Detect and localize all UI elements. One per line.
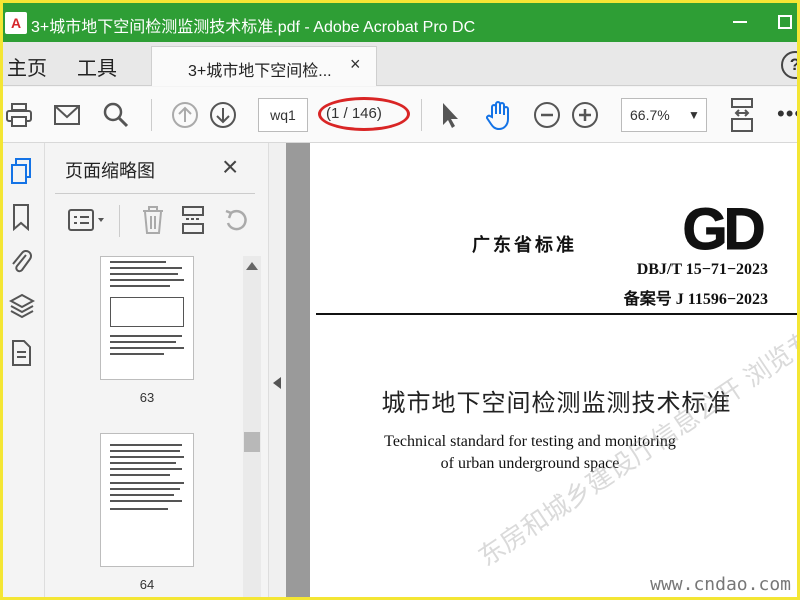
page-thumbnails-icon[interactable] — [9, 157, 33, 185]
standard-code: DBJ/T 15−71−2023 — [636, 261, 768, 278]
menu-home[interactable]: 主页 — [7, 52, 47, 81]
thumbnail-scrollbar[interactable] — [243, 256, 261, 597]
search-icon[interactable] — [102, 101, 130, 129]
zoom-in-icon[interactable] — [571, 101, 599, 129]
page-thumbnails-panel: 页面缩略图 × 63 64 — [46, 143, 268, 597]
gd-logo-icon: GD — [682, 199, 768, 257]
highlight-annotation-oval — [318, 97, 410, 131]
collapse-panel-icon[interactable] — [273, 377, 281, 389]
standard-org: 广东省标准 — [472, 235, 577, 256]
page-thumbnail[interactable] — [100, 433, 194, 567]
record-number: 备案号 J 11596−2023 — [623, 291, 768, 308]
toolbar-separator — [421, 99, 422, 131]
document-tab-label: 3+城市地下空间检... — [188, 63, 332, 80]
toolbar-separator — [151, 99, 152, 131]
scrollbar-thumb[interactable] — [244, 432, 260, 452]
chevron-down-icon: ▼ — [688, 108, 700, 122]
pdf-page: GD 广东省标准 DBJ/T 15−71−2023 备案号 J 11596−20… — [310, 143, 797, 597]
select-cursor-icon[interactable] — [439, 101, 461, 129]
previous-page-icon[interactable] — [171, 101, 199, 129]
fit-page-icon[interactable] — [729, 97, 755, 133]
thumbnail-options-icon[interactable] — [67, 207, 107, 233]
restore-button[interactable] — [778, 15, 792, 29]
scroll-up-icon[interactable] — [246, 262, 258, 270]
panel-toolbar-separator — [119, 205, 120, 237]
panel-divider — [55, 193, 255, 194]
page-thumbnail[interactable] — [100, 256, 194, 380]
site-watermark: www.cndao.com — [650, 574, 791, 595]
print-icon[interactable] — [5, 101, 33, 129]
title-bar: A 3+城市地下空间检测监测技术标准.pdf - Adobe Acrobat P… — [3, 3, 797, 42]
thumbnail-page-number: 63 — [139, 390, 155, 405]
document-view[interactable]: GD 广东省标准 DBJ/T 15−71−2023 备案号 J 11596−20… — [286, 143, 797, 597]
delete-page-icon[interactable] — [140, 205, 166, 235]
panel-splitter[interactable] — [268, 143, 286, 597]
header-rule — [316, 313, 797, 315]
document-tab[interactable]: 3+城市地下空间检... × — [151, 46, 377, 86]
bookmark-icon[interactable] — [9, 203, 33, 231]
svg-text:GD: GD — [683, 199, 764, 257]
rotate-page-icon[interactable] — [222, 207, 250, 233]
tab-bar: 主页 工具 3+城市地下空间检... × ? — [3, 42, 797, 86]
help-button[interactable]: ? — [781, 51, 797, 79]
acrobat-app-icon: A — [5, 12, 27, 34]
email-icon[interactable] — [53, 102, 81, 128]
insert-page-icon[interactable] — [180, 205, 206, 235]
minimize-button[interactable] — [733, 21, 747, 23]
more-tools-button[interactable]: ••• — [777, 101, 797, 127]
panel-title: 页面缩略图 — [65, 161, 155, 181]
zoom-dropdown[interactable]: 66.7% ▼ — [621, 98, 707, 132]
document-title-en-line2: of urban underground space — [440, 455, 620, 472]
document-properties-icon[interactable] — [9, 339, 33, 367]
attachment-icon[interactable] — [9, 247, 33, 275]
close-panel-icon[interactable]: × — [222, 151, 238, 183]
zoom-value: 66.7% — [630, 107, 670, 123]
toolbar: (1 / 146) 66.7% ▼ ••• — [3, 87, 797, 143]
window-title: 3+城市地下空间检测监测技术标准.pdf - Adobe Acrobat Pro… — [31, 19, 476, 36]
close-tab-icon[interactable]: × — [350, 54, 361, 75]
menu-tools[interactable]: 工具 — [77, 52, 117, 81]
layers-icon[interactable] — [9, 293, 35, 321]
left-navigation-rail — [3, 143, 45, 597]
next-page-icon[interactable] — [209, 101, 237, 129]
page-number-input[interactable] — [258, 98, 308, 132]
thumbnail-page-number: 64 — [139, 577, 155, 592]
zoom-out-icon[interactable] — [533, 101, 561, 129]
window-frame: A 3+城市地下空间检测监测技术标准.pdf - Adobe Acrobat P… — [0, 0, 800, 600]
hand-tool-icon[interactable] — [483, 99, 515, 131]
